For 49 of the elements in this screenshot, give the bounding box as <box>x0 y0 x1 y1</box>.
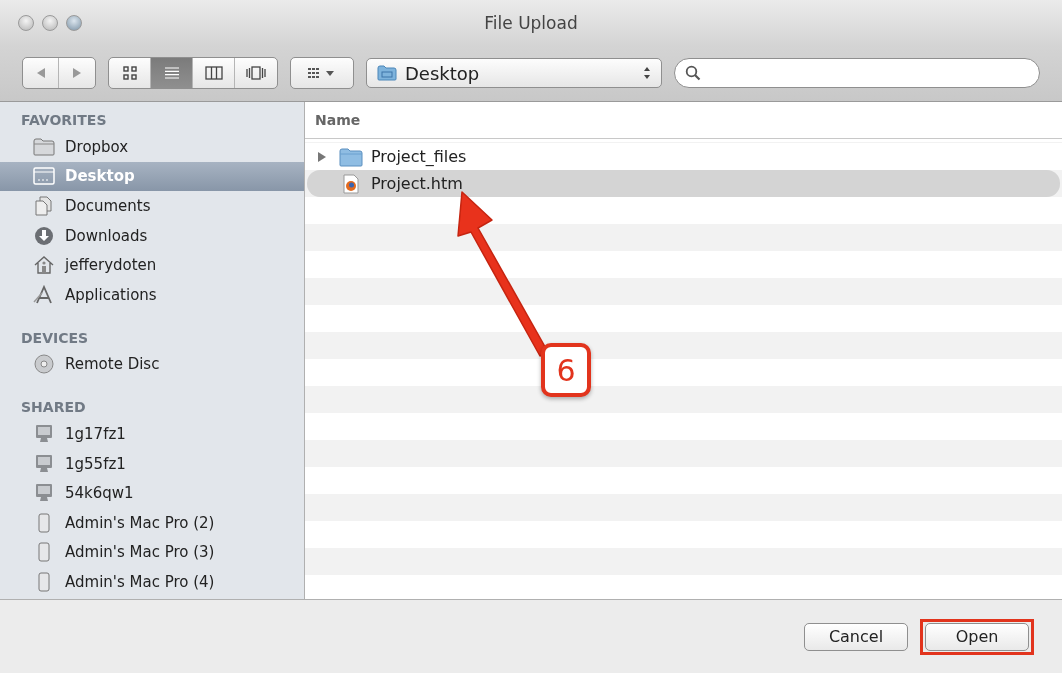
dialog-button[interactable]: Open <box>925 622 1029 651</box>
sidebar-heading: DEVICES <box>20 328 90 348</box>
sidebar-item[interactable]: Admin's Mac Pro (3) <box>0 537 304 568</box>
icon-view-icon <box>122 66 137 80</box>
zoom-button[interactable] <box>66 14 82 31</box>
computer-icon <box>33 423 55 444</box>
view-mode-button[interactable] <box>151 58 193 88</box>
sidebar-item[interactable]: Admin's Mac Pro (2) <box>0 507 304 538</box>
computer-icon <box>33 453 55 474</box>
folder-icon <box>377 65 397 81</box>
documents-icon <box>33 196 55 216</box>
disc-icon <box>33 354 55 375</box>
arrange-button[interactable] <box>290 57 354 89</box>
search-icon <box>685 65 701 81</box>
close-button[interactable] <box>18 14 34 31</box>
sidebar-item[interactable]: 1g17fz1 <box>0 419 304 449</box>
minimize-button[interactable] <box>42 14 58 31</box>
cover-flow-icon <box>246 66 266 80</box>
sidebar-item[interactable]: Applications <box>0 279 304 310</box>
forward-icon <box>71 67 83 79</box>
arrange-icon <box>307 66 337 80</box>
callout-badge: 6 <box>541 343 591 397</box>
sidebar-heading: FAVORITES <box>20 111 108 130</box>
home-icon <box>33 255 55 276</box>
window-title: File Upload <box>484 12 578 33</box>
folder-icon <box>339 146 363 167</box>
downloads-icon <box>33 225 55 246</box>
file-row[interactable]: Project_files <box>307 143 1060 170</box>
computer-icon <box>33 483 55 504</box>
desktop-icon <box>33 166 55 187</box>
sidebar-item[interactable]: Admin's Mac Pro (4) <box>0 567 304 597</box>
location-popup[interactable]: Desktop <box>366 58 662 88</box>
sidebar-item[interactable]: Remote Disc <box>0 349 304 380</box>
sidebar-item[interactable]: Downloads <box>0 220 304 251</box>
sidebar-item[interactable]: Dropbox <box>0 132 304 162</box>
sidebar-heading: SHARED <box>20 398 87 418</box>
column-view-icon <box>204 66 223 80</box>
disclosure-triangle-icon[interactable] <box>317 151 327 162</box>
dialog-button[interactable]: Cancel <box>804 622 908 651</box>
sidebar-item[interactable]: 54k6qw1 <box>0 478 304 508</box>
file-row[interactable]: Project.htm <box>307 170 1060 197</box>
sidebar-item[interactable]: 1g55fz1 <box>0 448 304 479</box>
search-field[interactable] <box>674 58 1040 88</box>
sidebar-item[interactable]: Documents <box>0 191 304 221</box>
folder-icon <box>33 136 55 157</box>
list-view-icon <box>163 66 180 80</box>
sidebar-item[interactable]: jefferydoten <box>0 250 304 280</box>
applications-icon <box>33 284 55 305</box>
stepper-icon <box>643 66 651 80</box>
